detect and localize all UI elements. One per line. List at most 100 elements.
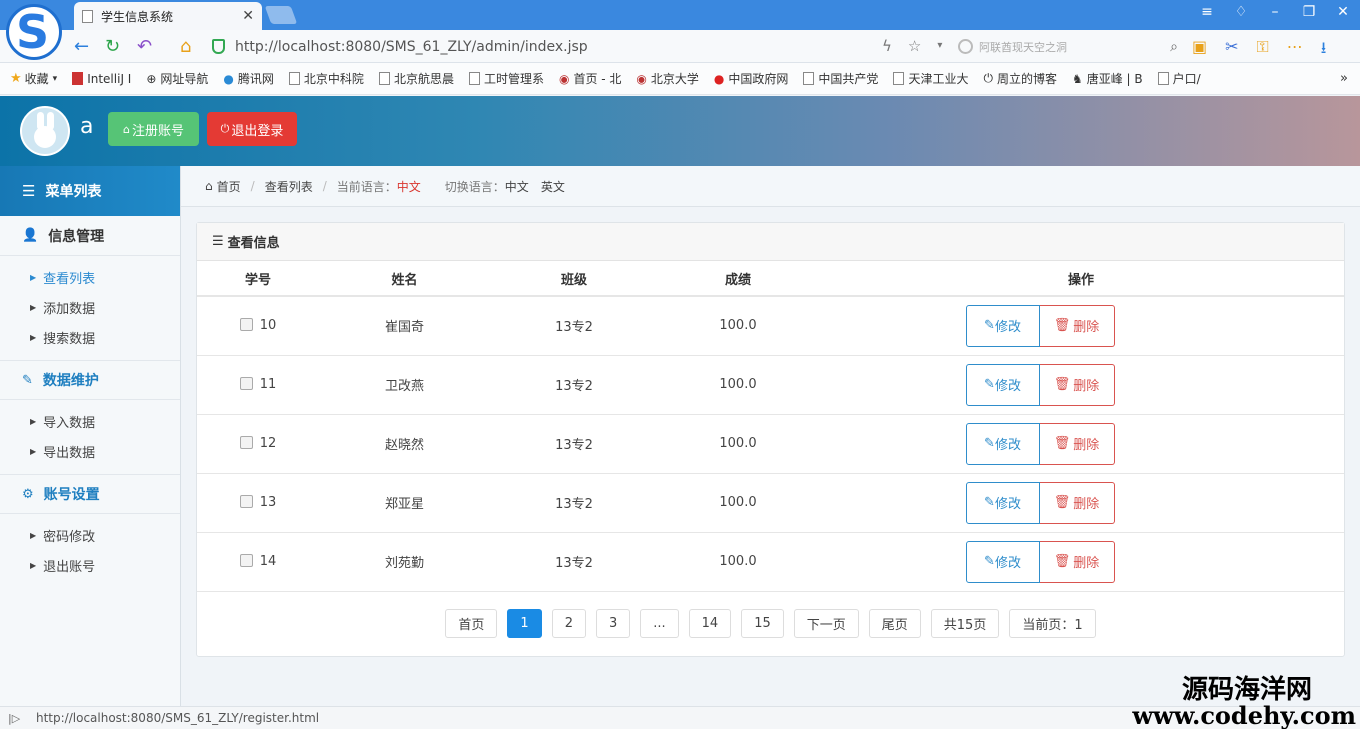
menu-list-header: ☰ 菜单列表 [0,166,180,216]
new-tab-button[interactable] [264,6,298,24]
sidebar-group-items: ▶ 导入数据 ▶ 导出数据 [0,400,180,474]
row-checkbox[interactable] [239,495,253,508]
pagination-page-14[interactable]: 14 [688,609,732,638]
star-icon[interactable]: ☆ [908,37,921,55]
restore-icon[interactable]: ❐ [1300,4,1318,20]
rabbit-face [34,126,56,148]
download-icon[interactable]: ⭳ [1321,37,1327,64]
breadcrumb-separator: / [250,179,255,193]
search-icon[interactable]: ⌕ [1170,39,1178,55]
qq-icon: ● [223,71,234,86]
sidebar-group-account-settings[interactable]: ⚙ 账号设置 [0,474,180,514]
skin-icon[interactable]: ♢ [1232,4,1250,20]
pagination-page-1[interactable]: 1 [507,609,542,638]
breadcrumb-current[interactable]: 查看列表 [265,178,313,195]
row-checkbox[interactable] [239,377,253,390]
bookmark-item[interactable]: 天津工业大 [893,70,968,87]
delete-button[interactable]: 🗑 删除 [1039,540,1115,583]
sidebar-item-search-data[interactable]: ▶ 搜索数据 [0,322,180,352]
switch-language-chinese[interactable]: 中文 [505,178,529,195]
bookmarks-bar: ★ 收藏 ▾ IntelliJ I ⊕ 网址导航 ● 腾讯网 北京中科院 北京航思晨 工… [0,63,1360,95]
browser-tab[interactable]: 学生信息系统 ✕ [74,2,262,30]
home-icon[interactable]: ⌂ [180,36,191,57]
delete-button[interactable]: 🗑 删除 [1039,422,1115,465]
pagination-first[interactable]: 首页 [445,609,498,638]
address-url[interactable]: http://localhost:8080/SMS_61_ZLY/admin/i… [235,39,588,55]
sidebar-toggle-icon[interactable]: |▷ [8,712,28,725]
bookmark-item[interactable]: 户口/ [1157,70,1201,87]
address-bar[interactable]: http://localhost:8080/SMS_61_ZLY/admin/i… [212,34,952,59]
back-icon[interactable]: ← [74,36,89,57]
pagination-page-2[interactable]: 2 [551,609,586,638]
bookmark-item[interactable]: 工时管理系 [468,70,544,87]
bookmark-item[interactable]: ♞ 唐亚峰 | B [1072,70,1143,87]
pagination-page-15[interactable]: 15 [741,609,784,638]
cell-class: 13专2 [490,355,658,415]
bookmark-item[interactable]: 北京中科院 [288,70,364,87]
menu-icon[interactable]: ≡ [1198,4,1216,20]
pagination-ellipsis[interactable]: ... [640,609,679,638]
logout-button[interactable]: ⏻ 退出登录 [207,112,297,146]
switch-language-english[interactable]: 英文 [541,178,565,195]
bookmark-item[interactable]: ⏻ 周立的博客 [983,70,1057,87]
lightning-icon[interactable]: ϟ [882,37,892,55]
page-icon [1157,72,1169,85]
edit-button[interactable]: ✎ 修改 [965,422,1040,465]
bookmark-item[interactable]: ⊕ 网址导航 [146,70,208,87]
delete-button[interactable]: 🗑 删除 [1039,304,1115,347]
tab-close-icon[interactable]: ✕ [242,8,254,24]
row-checkbox[interactable] [239,436,253,449]
row-checkbox[interactable] [239,554,253,567]
scissors-icon[interactable]: ✂ [1225,37,1238,64]
row-checkbox[interactable] [239,318,253,332]
edit-button[interactable]: ✎ 修改 [965,481,1040,524]
sidebar-group-items: ▶ 密码修改 ▶ 退出账号 [0,514,180,588]
pagination: 首页 1 2 3 ... 14 15 下一页 尾页 共15页 当前页：1 [197,609,1344,638]
pagination-next[interactable]: 下一页 [793,609,859,638]
bookmark-favorites[interactable]: ★ 收藏 ▾ [10,70,57,87]
bookmarks-more-icon[interactable]: » [1340,71,1348,86]
sidebar-item-import-data[interactable]: ▶ 导入数据 [0,406,180,436]
delete-button[interactable]: 🗑 删除 [1039,363,1115,406]
sidebar-item-export-data[interactable]: ▶ 导出数据 [0,436,180,466]
key-icon[interactable]: ⚿ [1257,37,1269,64]
breadcrumb-home[interactable]: 首页 [217,178,241,195]
minimize-icon[interactable]: – [1266,4,1284,20]
pagination-last[interactable]: 尾页 [868,609,921,638]
cell-id: 12 [197,414,319,474]
close-window-icon[interactable]: ✕ [1334,4,1352,20]
edit-button[interactable]: ✎ 修改 [965,540,1040,583]
bookmark-item[interactable]: ◉ 北京大学 [636,70,699,87]
page-icon [378,72,390,85]
bookmark-item[interactable]: 北京航思晨 [378,70,454,87]
bookmark-item[interactable]: ◉ 首页 - 北 [559,70,621,87]
more-icon[interactable]: ⋯ [1287,37,1303,64]
page-icon [893,72,905,85]
sidebar-item-view-list[interactable]: ▶ 查看列表 [0,262,180,292]
undo-icon[interactable]: ↶ [137,36,152,57]
sidebar-item-change-password[interactable]: ▶ 密码修改 [0,520,180,550]
sidebar-group-info-management[interactable]: 👤 信息管理 [0,216,180,256]
search-box[interactable]: 阿联酋现天空之洞 ⌕ [958,36,1178,57]
pagination-page-3[interactable]: 3 [595,609,631,638]
sidebar-item-sign-out[interactable]: ▶ 退出账号 [0,550,180,580]
extension-icon[interactable]: ▣ [1192,37,1207,64]
column-header-class: 班级 [490,261,658,297]
bookmark-item[interactable]: ● 腾讯网 [223,70,274,87]
dropdown-icon[interactable]: ▾ [937,37,942,55]
sidebar-item-add-data[interactable]: ▶ 添加数据 [0,292,180,322]
cell-score: 100.0 [658,355,818,415]
register-button[interactable]: ⌂ 注册账号 [108,112,199,146]
table-header-row: 学号 姓名 班级 成绩 操作 [197,261,1344,297]
trash-icon: 🗑 [1053,554,1071,569]
edit-button[interactable]: ✎ 修改 [965,304,1040,347]
refresh-icon[interactable]: ↻ [105,36,120,57]
bookmark-item[interactable]: ● 中国政府网 [714,70,789,87]
sidebar-group-data-maintenance[interactable]: ✎ 数据维护 [0,360,180,400]
current-language-label: 当前语言： [336,179,397,194]
edit-button[interactable]: ✎ 修改 [965,363,1040,406]
delete-button[interactable]: 🗑 删除 [1039,481,1115,524]
bookmark-item[interactable]: IntelliJ I [72,72,131,86]
cell-id: 11 [197,355,319,415]
bookmark-item[interactable]: 中国共产党 [803,70,878,87]
